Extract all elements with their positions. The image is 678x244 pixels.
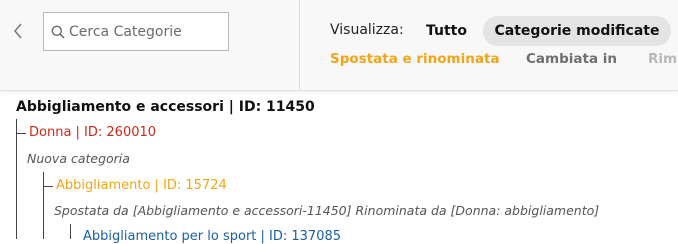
chevron-left-icon (13, 23, 23, 43)
search-input[interactable] (69, 23, 219, 40)
search-icon (51, 25, 65, 39)
tab-moved-renamed[interactable]: Spostata e rinominata (330, 51, 500, 67)
tree-connector (16, 119, 17, 239)
tree-node-sport[interactable]: Abbigliamento per lo sport | ID: 137085 (83, 229, 341, 244)
header-bar: Visualizza: Tutto Categorie modificate S… (0, 0, 678, 91)
tree-connector (70, 224, 71, 239)
tab-changed-to[interactable]: Cambiata in (526, 51, 617, 67)
search-box[interactable] (43, 12, 229, 51)
tree-node-abbigliamento[interactable]: Abbigliamento | ID: 15724 (56, 178, 227, 193)
tree-node-note: Nuova categoria (27, 151, 130, 166)
tree-node-donna[interactable]: Donna | ID: 260010 (29, 125, 156, 140)
tree-connector (43, 186, 53, 187)
tab-removed[interactable]: Rim (648, 51, 677, 67)
tree-node-note: Spostata da [Abbigliamento e accessori-1… (54, 203, 600, 218)
view-option-all[interactable]: Tutto (417, 16, 476, 46)
back-button[interactable] (8, 22, 28, 44)
view-label: Visualizza: (330, 22, 404, 38)
view-option-modified[interactable]: Categorie modificate (483, 16, 671, 46)
tree-connector (43, 172, 44, 239)
header-divider (299, 0, 300, 90)
category-tree: Abbigliamento e accessori | ID: 11450 Do… (0, 90, 678, 244)
tree-root-category[interactable]: Abbigliamento e accessori | ID: 11450 (16, 99, 315, 115)
tree-connector (16, 133, 26, 134)
